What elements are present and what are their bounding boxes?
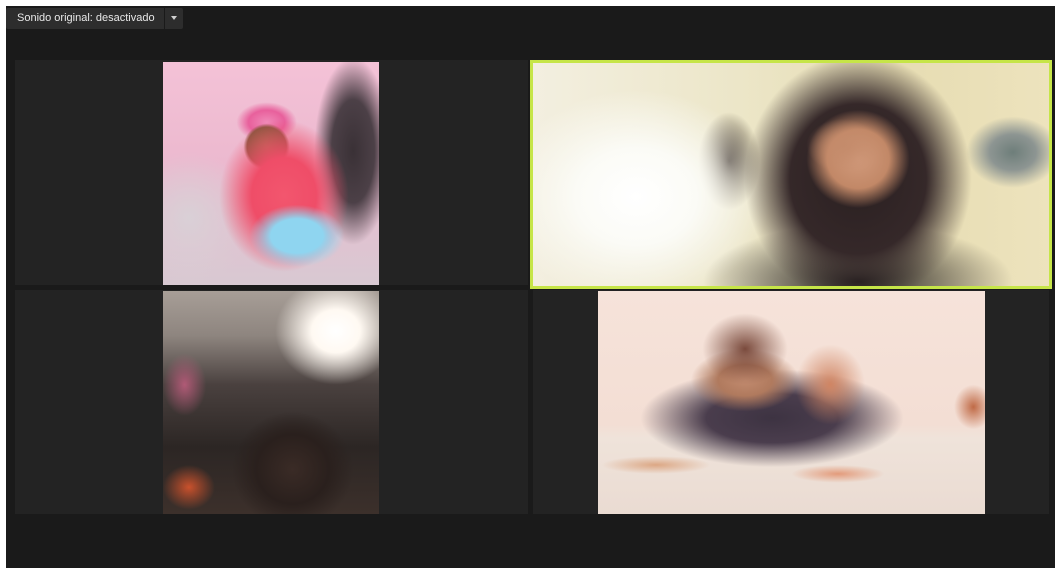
meeting-window: Sonido original: desactivado: [6, 6, 1055, 568]
chevron-down-icon: [170, 16, 177, 20]
original-sound-button[interactable]: Sonido original: desactivado: [6, 7, 164, 29]
participant-video: [163, 291, 379, 514]
participant-tile[interactable]: [15, 290, 528, 514]
participant-video: [598, 291, 985, 514]
top-toolbar: Sonido original: desactivado: [6, 6, 183, 30]
participant-tile-active-speaker[interactable]: [530, 60, 1052, 289]
participant-tile[interactable]: [15, 60, 528, 285]
original-sound-dropdown[interactable]: [164, 7, 183, 29]
participant-video: [533, 63, 1049, 286]
participant-tile[interactable]: [533, 290, 1049, 514]
participant-video: [163, 62, 379, 285]
